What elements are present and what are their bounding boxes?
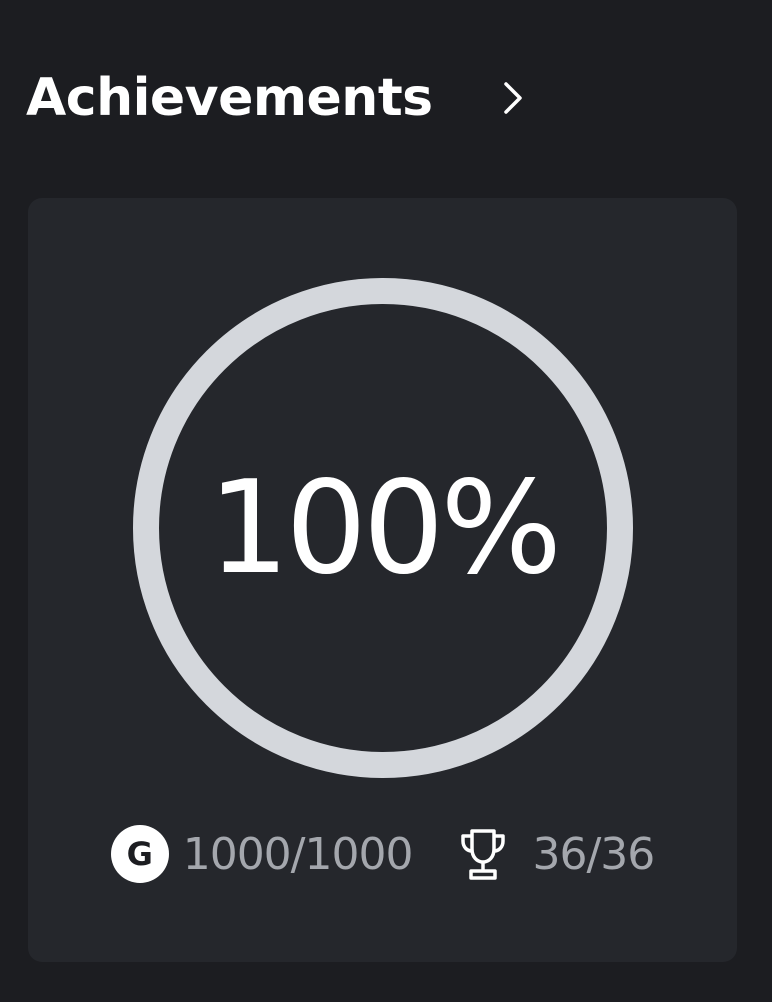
achievements-page: Achievements 100% G 1000/1000 36/36 bbox=[0, 0, 772, 1002]
achievements-summary-card[interactable]: 100% G 1000/1000 36/36 bbox=[28, 198, 737, 962]
gamerscore-icon: G bbox=[110, 825, 169, 883]
section-title: Achievements bbox=[26, 68, 433, 128]
achievements-header[interactable]: Achievements bbox=[26, 58, 522, 138]
chevron-right-icon[interactable] bbox=[500, 78, 536, 118]
achievements-count-stat: 36/36 bbox=[460, 827, 655, 881]
completion-percent: 100% bbox=[208, 453, 562, 603]
achievement-stats: G 1000/1000 36/36 bbox=[28, 824, 737, 884]
gamerscore-value: 1000/1000 bbox=[182, 828, 414, 880]
gamerscore-stat: G 1000/1000 bbox=[110, 825, 414, 883]
achievements-count-value: 36/36 bbox=[532, 828, 655, 880]
trophy-icon bbox=[461, 829, 506, 880]
